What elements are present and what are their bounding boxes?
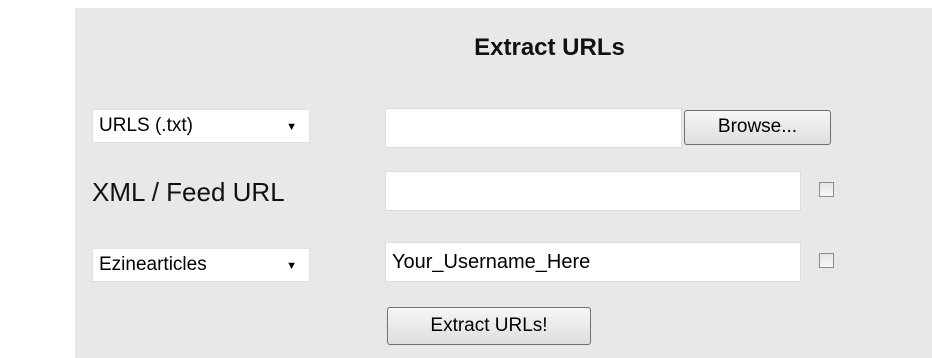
- chevron-down-icon: ▼: [286, 260, 297, 272]
- source-type-select[interactable]: URLS (.txt) ▼: [92, 109, 310, 143]
- username-input[interactable]: Your_Username_Here: [385, 242, 801, 282]
- extract-urls-button[interactable]: Extract URLs!: [387, 307, 591, 345]
- source-type-select-value: URLS (.txt): [99, 115, 193, 136]
- file-path-input[interactable]: [385, 108, 682, 148]
- username-checkbox[interactable]: [819, 253, 834, 268]
- xml-feed-url-label: XML / Feed URL: [92, 177, 285, 207]
- article-site-select-value: Ezinearticles: [99, 254, 207, 275]
- xml-feed-url-input[interactable]: [385, 171, 801, 211]
- xml-feed-checkbox[interactable]: [819, 182, 834, 197]
- chevron-down-icon: ▼: [286, 121, 297, 133]
- article-site-select[interactable]: Ezinearticles ▼: [92, 248, 310, 282]
- extract-urls-panel: Extract URLs URLS (.txt) ▼ Browse... XML…: [75, 8, 932, 358]
- browse-button[interactable]: Browse...: [684, 110, 831, 145]
- page-title: Extract URLs: [474, 34, 625, 61]
